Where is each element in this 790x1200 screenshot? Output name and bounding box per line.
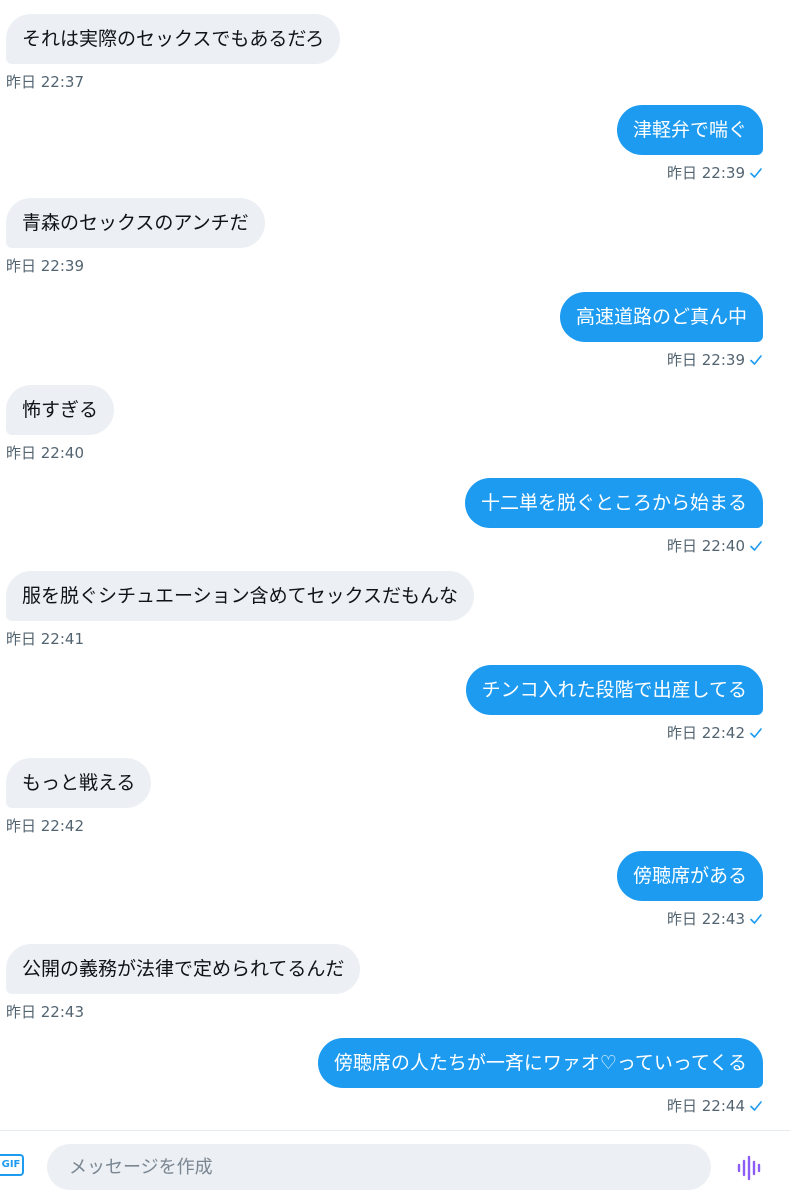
message-bubble[interactable]: 傍聴席の人たちが一斉にワァオ♡っていってくる	[317, 1038, 763, 1088]
message-received: 公開の義務が法律で定められてるんだ 昨日 22:43	[0, 944, 790, 1036]
checkmark-icon	[750, 541, 762, 551]
message-sent: 傍聴席の人たちが一斉にワァオ♡っていってくる 昨日 22:44	[0, 1038, 790, 1130]
message-timestamp: 昨日 22:37	[6, 73, 84, 91]
message-bubble[interactable]: 津軽弁で喘ぐ	[616, 105, 763, 155]
message-thread[interactable]: それは実際のセックスでもあるだろ 昨日 22:37 津軽弁で喘ぐ 昨日 22:3…	[0, 0, 790, 1126]
message-bubble[interactable]: 高速道路のど真ん中	[559, 292, 763, 342]
message-sent: 津軽弁で喘ぐ 昨日 22:39	[0, 105, 790, 197]
message-timestamp: 昨日 22:42	[667, 724, 763, 742]
message-sent: 傍聴席がある 昨日 22:43	[0, 851, 790, 943]
message-timestamp: 昨日 22:41	[6, 630, 84, 648]
message-input[interactable]	[47, 1144, 711, 1190]
message-received: 怖すぎる 昨日 22:40	[0, 385, 790, 477]
message-timestamp: 昨日 22:40	[667, 537, 763, 555]
message-received: 服を脱ぐシチュエーション含めてセックスだもんな 昨日 22:41	[0, 571, 790, 663]
message-sent: チンコ入れた段階で出産してる 昨日 22:42	[0, 665, 790, 757]
message-bubble[interactable]: 怖すぎる	[6, 385, 115, 435]
message-bubble[interactable]: それは実際のセックスでもあるだろ	[6, 14, 341, 64]
message-bubble[interactable]: 公開の義務が法律で定められてるんだ	[6, 944, 361, 994]
message-bubble[interactable]: 青森のセックスのアンチだ	[6, 198, 265, 248]
message-timestamp: 昨日 22:43	[6, 1003, 84, 1021]
message-timestamp: 昨日 22:39	[6, 257, 84, 275]
message-received: もっと戦える 昨日 22:42	[0, 758, 790, 850]
checkmark-icon	[750, 914, 762, 924]
message-sent: 高速道路のど真ん中 昨日 22:39	[0, 292, 790, 384]
message-timestamp: 昨日 22:42	[6, 817, 84, 835]
message-timestamp: 昨日 22:44	[667, 1097, 763, 1115]
message-bubble[interactable]: 傍聴席がある	[616, 851, 763, 901]
message-timestamp: 昨日 22:43	[667, 910, 763, 928]
message-composer: GIF	[0, 1130, 790, 1200]
message-timestamp: 昨日 22:40	[6, 444, 84, 462]
message-bubble[interactable]: もっと戦える	[6, 758, 152, 808]
message-timestamp: 昨日 22:39	[667, 164, 763, 182]
message-bubble[interactable]: 十二単を脱ぐところから始まる	[464, 478, 763, 528]
message-bubble[interactable]: 服を脱ぐシチュエーション含めてセックスだもんな	[6, 571, 475, 621]
message-received: それは実際のセックスでもあるだろ 昨日 22:37	[0, 14, 790, 106]
checkmark-icon	[750, 1101, 762, 1111]
message-timestamp: 昨日 22:39	[667, 351, 763, 369]
checkmark-icon	[750, 728, 762, 738]
message-received: 青森のセックスのアンチだ 昨日 22:39	[0, 198, 790, 290]
checkmark-icon	[750, 168, 762, 178]
message-sent: 十二単を脱ぐところから始まる 昨日 22:40	[0, 478, 790, 570]
gif-button[interactable]: GIF	[0, 1154, 24, 1176]
checkmark-icon	[750, 355, 762, 365]
audio-waveform-icon[interactable]	[734, 1153, 764, 1183]
message-bubble[interactable]: チンコ入れた段階で出産してる	[465, 665, 763, 715]
